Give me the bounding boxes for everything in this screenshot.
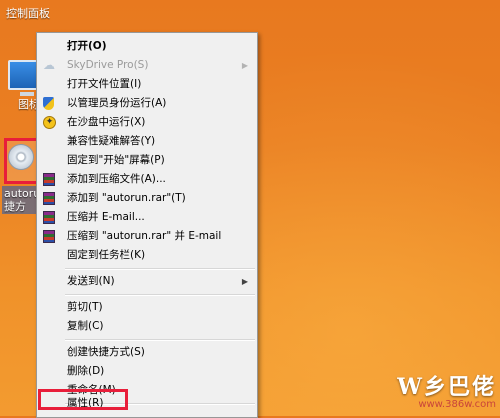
menu-item-run-as-admin[interactable]: 以管理员身份运行(A)	[37, 94, 257, 113]
menu-item-pin-to-start[interactable]: 固定到"开始"屏幕(P)	[37, 151, 257, 170]
menu-separator	[65, 268, 255, 270]
menu-item-create-shortcut[interactable]: 创建快捷方式(S)	[37, 343, 257, 362]
cloud-icon: ☁	[43, 58, 55, 72]
winrar-icon	[43, 211, 56, 224]
menu-item-label: 打开文件位置(I)	[67, 78, 142, 90]
control-panel-label[interactable]: 控制面板	[6, 5, 50, 21]
menu-item-label: SkyDrive Pro(S)	[67, 59, 149, 71]
menu-separator	[65, 294, 255, 296]
menu-item-label: 添加到 "autorun.rar"(T)	[67, 192, 186, 204]
menu-item-label: 剪切(T)	[67, 301, 103, 313]
menu-item-open[interactable]: 打开(O)	[37, 37, 257, 56]
submenu-arrow-icon: ▶	[241, 61, 248, 70]
menu-item-label: 删除(D)	[67, 365, 105, 377]
properties-highlight-box	[38, 389, 128, 410]
menu-item-compress-and-email[interactable]: 压缩并 E-mail...	[37, 208, 257, 227]
menu-item-run-in-sandbox[interactable]: ✦ 在沙盘中运行(X)	[37, 113, 257, 132]
menu-item-label: 添加到压缩文件(A)...	[67, 173, 166, 185]
menu-item-label: 固定到任务栏(K)	[67, 249, 146, 261]
context-menu: 打开(O) ☁ SkyDrive Pro(S) ▶ 打开文件位置(I) 以管理员…	[36, 32, 258, 418]
menu-item-compress-to-rar-and-email[interactable]: 压缩到 "autorun.rar" 并 E-mail	[37, 227, 257, 246]
menu-item-label: 创建快捷方式(S)	[67, 346, 145, 358]
sandbox-icon: ✦	[43, 116, 56, 129]
menu-item-label: 压缩到 "autorun.rar" 并 E-mail	[67, 230, 222, 242]
winrar-icon	[43, 173, 56, 186]
uac-shield-icon	[43, 97, 56, 110]
menu-item-label: 在沙盘中运行(X)	[67, 116, 146, 128]
winrar-icon	[43, 192, 56, 205]
watermark: W乡巴佬 www.386w.com	[397, 369, 496, 410]
menu-item-send-to[interactable]: 发送到(N) ▶	[37, 272, 257, 291]
submenu-arrow-icon: ▶	[241, 277, 248, 286]
menu-item-label: 打开(O)	[67, 40, 107, 52]
menu-item-open-file-location[interactable]: 打开文件位置(I)	[37, 75, 257, 94]
menu-item-skydrive-pro[interactable]: ☁ SkyDrive Pro(S) ▶	[37, 56, 257, 75]
menu-item-cut[interactable]: 剪切(T)	[37, 298, 257, 317]
menu-item-label: 固定到"开始"屏幕(P)	[67, 154, 165, 166]
menu-item-label: 发送到(N)	[67, 275, 115, 287]
menu-item-label: 以管理员身份运行(A)	[67, 97, 167, 109]
menu-item-label: 复制(C)	[67, 320, 104, 332]
menu-item-pin-to-taskbar[interactable]: 固定到任务栏(K)	[37, 246, 257, 265]
menu-item-add-to-autorun-rar[interactable]: 添加到 "autorun.rar"(T)	[37, 189, 257, 208]
menu-item-label: 压缩并 E-mail...	[67, 211, 145, 223]
cd-disc-icon	[8, 144, 34, 170]
menu-item-delete[interactable]: 删除(D)	[37, 362, 257, 381]
menu-item-copy[interactable]: 复制(C)	[37, 317, 257, 336]
menu-item-label: 兼容性疑难解答(Y)	[67, 135, 156, 147]
menu-item-compat-troubleshoot[interactable]: 兼容性疑难解答(Y)	[37, 132, 257, 151]
menu-item-add-to-archive[interactable]: 添加到压缩文件(A)...	[37, 170, 257, 189]
watermark-logo: W乡巴佬	[397, 374, 496, 400]
menu-separator	[65, 339, 255, 341]
winrar-icon	[43, 230, 56, 243]
